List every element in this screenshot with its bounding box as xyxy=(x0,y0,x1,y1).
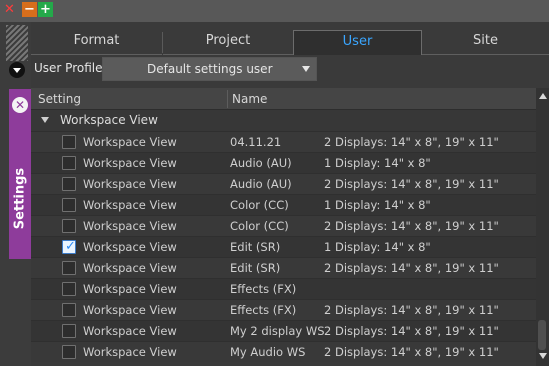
table-row[interactable]: Workspace View Audio (AU) 1 Display: 14"… xyxy=(31,152,536,173)
settings-table: Setting Name Workspace View Workspace Vi… xyxy=(31,88,536,366)
row-description: 2 Displays: 14" x 8", 19" x 11" xyxy=(324,135,499,149)
tab-user[interactable]: User xyxy=(293,30,422,55)
row-setting: Workspace View xyxy=(83,345,177,359)
user-profile-select[interactable]: Default settings user xyxy=(102,57,317,81)
row-checkbox[interactable] xyxy=(62,261,76,275)
row-checkbox[interactable] xyxy=(62,219,76,233)
row-description: 2 Displays: 14" x 8", 19" x 11" xyxy=(324,177,499,191)
user-profile-label: User Profile: xyxy=(34,61,107,75)
table-row[interactable]: Workspace View My 2 display WS 2 Display… xyxy=(31,320,536,341)
scroll-thumb[interactable] xyxy=(538,320,546,350)
minimize-window-icon[interactable]: − xyxy=(22,2,37,17)
table-row[interactable]: Workspace View My Audio WS 2 Displays: 1… xyxy=(31,341,536,362)
tab-site[interactable]: Site xyxy=(422,30,549,55)
group-label: Workspace View xyxy=(60,113,158,127)
user-profile-row: User Profile: Default settings user xyxy=(34,57,549,81)
row-checkbox-checked[interactable]: ✓ xyxy=(62,240,76,254)
row-checkbox[interactable] xyxy=(62,156,76,170)
row-setting: Workspace View xyxy=(83,261,177,275)
row-description: 1 Display: 14" x 8" xyxy=(324,240,431,254)
row-checkbox[interactable] xyxy=(62,177,76,191)
scroll-up-icon[interactable] xyxy=(539,93,547,99)
row-setting: Workspace View xyxy=(83,303,177,317)
scroll-down-icon[interactable] xyxy=(539,353,547,359)
row-name: My 2 display WS xyxy=(230,324,324,338)
row-setting: Workspace View xyxy=(83,324,177,338)
row-checkbox[interactable] xyxy=(62,303,76,317)
row-setting: Workspace View xyxy=(83,156,177,170)
row-description: 2 Displays: 14" x 8", 19" x 11" xyxy=(324,303,499,317)
user-profile-value: Default settings user xyxy=(147,62,273,76)
table-row[interactable]: ✓ Workspace View Edit (SR) 1 Display: 14… xyxy=(31,236,536,257)
row-name: Edit (SR) xyxy=(230,261,281,275)
row-name: Audio (AU) xyxy=(230,156,292,170)
table-row[interactable]: Workspace View Color (CC) 1 Display: 14"… xyxy=(31,194,536,215)
row-name: Color (CC) xyxy=(230,198,289,212)
row-name: Edit (SR) xyxy=(230,240,281,254)
row-setting: Workspace View xyxy=(83,177,177,191)
table-row[interactable]: Workspace View Effects (FX) xyxy=(31,278,536,299)
tab-project[interactable]: Project xyxy=(163,30,293,55)
table-row[interactable]: Workspace View Audio (AU) 2 Displays: 14… xyxy=(31,173,536,194)
close-window-icon[interactable]: ✕ xyxy=(2,2,17,17)
row-checkbox[interactable] xyxy=(62,135,76,149)
column-divider[interactable] xyxy=(227,90,228,108)
tab-format[interactable]: Format xyxy=(31,30,162,55)
checkmark-icon: ✓ xyxy=(65,239,76,254)
column-header-name[interactable]: Name xyxy=(232,92,267,106)
settings-tab-label: Settings xyxy=(12,167,28,230)
row-setting: Workspace View xyxy=(83,198,177,212)
row-description: 2 Displays: 14" x 8", 19" x 11" xyxy=(324,324,499,338)
table-row[interactable]: Workspace View 04.11.21 2 Displays: 14" … xyxy=(31,131,536,152)
row-name: My Audio WS xyxy=(230,345,306,359)
row-name: Effects (FX) xyxy=(230,303,297,317)
table-row[interactable]: Workspace View Color (CC) 2 Displays: 14… xyxy=(31,215,536,236)
table-row[interactable]: Workspace View Effects (FX) 2 Displays: … xyxy=(31,299,536,320)
row-checkbox[interactable] xyxy=(62,282,76,296)
row-setting: Workspace View xyxy=(83,282,177,296)
row-checkbox[interactable] xyxy=(62,324,76,338)
row-description: 2 Displays: 14" x 8", 19" x 11" xyxy=(324,345,499,359)
row-name: 04.11.21 xyxy=(230,135,282,149)
table-row[interactable]: Workspace View Edit (SR) 2 Displays: 14"… xyxy=(31,257,536,278)
row-setting: Workspace View xyxy=(83,219,177,233)
row-checkbox[interactable] xyxy=(62,345,76,359)
table-header: Setting Name xyxy=(31,88,536,110)
row-description: 1 Display: 14" x 8" xyxy=(324,198,431,212)
maximize-window-icon[interactable]: + xyxy=(38,2,53,17)
row-name: Audio (AU) xyxy=(230,177,292,191)
group-row-workspace-view[interactable]: Workspace View xyxy=(31,110,536,131)
row-setting: Workspace View xyxy=(83,240,177,254)
expand-arrow-icon[interactable] xyxy=(41,117,49,123)
settings-close-icon[interactable]: ✕ xyxy=(12,97,28,113)
row-checkbox[interactable] xyxy=(62,198,76,212)
row-setting: Workspace View xyxy=(83,135,177,149)
row-name: Effects (FX) xyxy=(230,282,297,296)
row-description: 2 Displays: 14" x 8", 19" x 11" xyxy=(324,261,499,275)
row-description: 2 Displays: 14" x 8", 19" x 11" xyxy=(324,219,499,233)
title-bar: ✕ − + xyxy=(0,0,549,22)
chevron-down-icon xyxy=(302,66,310,72)
column-header-setting[interactable]: Setting xyxy=(38,92,81,106)
settings-tabs: Format Project User Site xyxy=(31,30,549,55)
row-name: Color (CC) xyxy=(230,219,289,233)
left-rail: ✕ Settings xyxy=(0,22,31,366)
collapse-panel-icon[interactable] xyxy=(9,62,25,78)
vertical-scrollbar[interactable] xyxy=(536,88,549,366)
settings-tab[interactable]: ✕ Settings xyxy=(9,89,31,259)
drag-handle[interactable] xyxy=(6,25,28,61)
row-description: 1 Display: 14" x 8" xyxy=(324,156,431,170)
